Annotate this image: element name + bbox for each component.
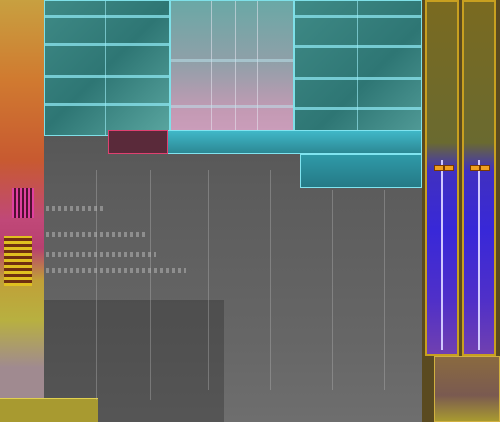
- right-bottom-block: [434, 356, 500, 422]
- cache-step-block: [300, 154, 422, 188]
- io-bottom-left: [0, 398, 98, 422]
- die-image: [0, 0, 500, 422]
- logic-trace: [332, 190, 333, 390]
- io-strip-left-magenta: [12, 188, 34, 218]
- logic-row: [46, 252, 156, 257]
- cache-tag-block: [108, 130, 168, 154]
- logic-trace: [150, 170, 151, 400]
- right-column-1-marker: [434, 165, 444, 171]
- logic-row: [46, 268, 186, 273]
- logic-trace: [208, 170, 209, 390]
- logic-row: [46, 206, 106, 211]
- io-strip-left-pads: [4, 236, 32, 286]
- right-column-1-marker: [444, 165, 454, 171]
- cache-block-center: [170, 0, 294, 150]
- right-column-2-center-line: [478, 160, 480, 350]
- logic-trace: [270, 170, 271, 390]
- right-column-2-marker: [480, 165, 490, 171]
- logic-trace: [96, 170, 97, 400]
- right-column-1-center-line: [441, 160, 443, 350]
- cache-block-left: [44, 0, 170, 136]
- logic-trace: [384, 190, 385, 390]
- right-column-2-marker: [470, 165, 480, 171]
